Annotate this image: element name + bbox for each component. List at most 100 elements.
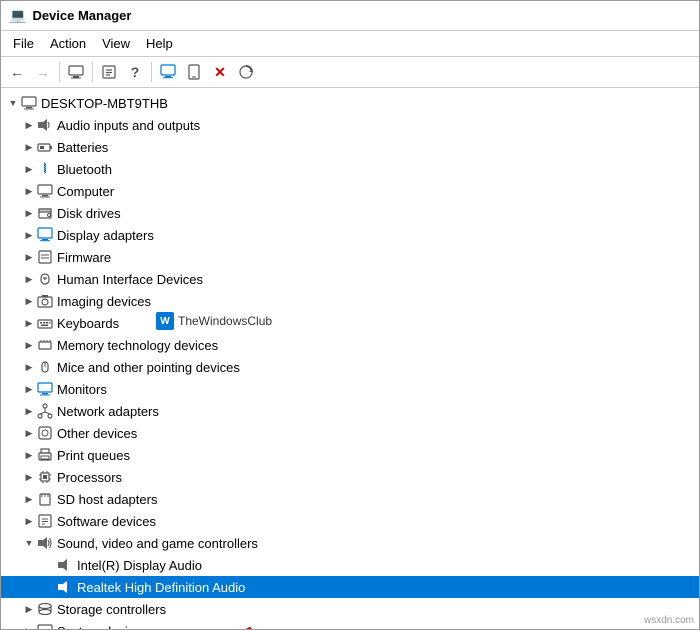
keyboards-label: Keyboards: [57, 316, 119, 331]
software-icon: [37, 513, 53, 529]
firmware-icon: [37, 249, 53, 265]
print-label: Print queues: [57, 448, 130, 463]
watermark: W TheWindowsClub: [156, 312, 272, 330]
audio-expand: ▶: [21, 117, 37, 133]
tree-sd[interactable]: ▶ SD host adapters: [1, 488, 699, 510]
watermark-icon: W: [156, 312, 174, 330]
tree-keyboards[interactable]: ▶ Keyboards W TheWindowsClub: [1, 312, 699, 334]
system-icon: [37, 623, 53, 629]
uninstall-button[interactable]: ✕: [208, 60, 232, 84]
tree-software[interactable]: ▶ Software devices: [1, 510, 699, 532]
intel-audio-icon: [57, 557, 73, 573]
properties-button[interactable]: [97, 60, 121, 84]
storage-icon: [37, 601, 53, 617]
monitor-button[interactable]: [156, 60, 180, 84]
computer-tree-icon: [37, 183, 53, 199]
computer-label: Computer: [57, 184, 114, 199]
device-tree: ▼ DESKTOP-MBT9THB ▶ Audio inputs and out…: [1, 88, 699, 629]
network-label: Network adapters: [57, 404, 159, 419]
sd-expand: ▶: [21, 491, 37, 507]
tree-computer[interactable]: ▶ Computer: [1, 180, 699, 202]
tree-disk[interactable]: ▶ Disk drives: [1, 202, 699, 224]
menu-help[interactable]: Help: [138, 33, 181, 54]
audio-label: Audio inputs and outputs: [57, 118, 200, 133]
tree-monitors[interactable]: ▶ Monitors: [1, 378, 699, 400]
sound-expand: ▼: [21, 535, 37, 551]
toolbar-separator-2: [92, 62, 93, 82]
computer-icon-button[interactable]: [64, 60, 88, 84]
realtek-label: Realtek High Definition Audio: [77, 580, 245, 595]
other-label: Other devices: [57, 426, 137, 441]
mice-icon: [37, 359, 53, 375]
tree-sound[interactable]: ▼ Sound, video and game controllers: [1, 532, 699, 554]
menu-file[interactable]: File: [5, 33, 42, 54]
firmware-expand: ▶: [21, 249, 37, 265]
other-icon: [37, 425, 53, 441]
imaging-label: Imaging devices: [57, 294, 151, 309]
storage-label: Storage controllers: [57, 602, 166, 617]
other-expand: ▶: [21, 425, 37, 441]
bluetooth-expand: ▶: [21, 161, 37, 177]
tree-other[interactable]: ▶ Other devices: [1, 422, 699, 444]
tree-realtek-audio[interactable]: ▶ Realtek High Definition Audio: [1, 576, 699, 598]
sd-icon: [37, 491, 53, 507]
back-button[interactable]: ←: [5, 60, 29, 84]
firmware-label: Firmware: [57, 250, 111, 265]
system-expand: ▶: [21, 623, 37, 629]
display-expand: ▶: [21, 227, 37, 243]
tree-batteries[interactable]: ▶ Batteries: [1, 136, 699, 158]
storage-expand: ▶: [21, 601, 37, 617]
tree-processors[interactable]: ▶ Processors: [1, 466, 699, 488]
batteries-icon: [37, 139, 53, 155]
tree-print[interactable]: ▶ Print queues: [1, 444, 699, 466]
tree-network[interactable]: ▶ Network adapters: [1, 400, 699, 422]
sound-label: Sound, video and game controllers: [57, 536, 258, 551]
hid-label: Human Interface Devices: [57, 272, 203, 287]
processors-expand: ▶: [21, 469, 37, 485]
title-bar: 💻 Device Manager: [1, 1, 699, 31]
tree-imaging[interactable]: ▶ Imaging devices: [1, 290, 699, 312]
computer-expand: ▶: [21, 183, 37, 199]
disk-expand: ▶: [21, 205, 37, 221]
help-button[interactable]: ?: [123, 60, 147, 84]
tree-audio[interactable]: ▶ Audio inputs and outputs: [1, 114, 699, 136]
imaging-expand: ▶: [21, 293, 37, 309]
disk-label: Disk drives: [57, 206, 121, 221]
monitors-label: Monitors: [57, 382, 107, 397]
print-expand: ▶: [21, 447, 37, 463]
root-label: DESKTOP-MBT9THB: [41, 96, 168, 111]
tree-display[interactable]: ▶ Display adapters: [1, 224, 699, 246]
menu-action[interactable]: Action: [42, 33, 94, 54]
watermark-label: TheWindowsClub: [178, 314, 272, 328]
hid-icon: [37, 271, 53, 287]
tree-storage[interactable]: ▶ Storage controllers: [1, 598, 699, 620]
forward-button[interactable]: →: [31, 60, 55, 84]
device-button[interactable]: [182, 60, 206, 84]
tree-memory[interactable]: ▶ Memory technology devices: [1, 334, 699, 356]
title-bar-icon: 💻: [9, 7, 26, 24]
sd-label: SD host adapters: [57, 492, 157, 507]
tree-system[interactable]: ▶ System devices: [1, 620, 699, 629]
tree-mice[interactable]: ▶ Mice and other pointing devices: [1, 356, 699, 378]
tree-intel-audio[interactable]: ▶ Intel(R) Display Audio: [1, 554, 699, 576]
processors-label: Processors: [57, 470, 122, 485]
scan-button[interactable]: [234, 60, 258, 84]
monitors-expand: ▶: [21, 381, 37, 397]
root-item[interactable]: ▼ DESKTOP-MBT9THB: [1, 92, 699, 114]
toolbar-separator-1: [59, 62, 60, 82]
content-area[interactable]: ▼ DESKTOP-MBT9THB ▶ Audio inputs and out…: [1, 88, 699, 629]
tree-firmware[interactable]: ▶ Firmware: [1, 246, 699, 268]
print-icon: [37, 447, 53, 463]
menu-view[interactable]: View: [94, 33, 138, 54]
device-manager-window: 💻 Device Manager File Action View Help ←…: [0, 0, 700, 630]
batteries-label: Batteries: [57, 140, 108, 155]
tree-bluetooth[interactable]: ▶ ⦚ Bluetooth: [1, 158, 699, 180]
software-expand: ▶: [21, 513, 37, 529]
system-label: System devices: [57, 624, 148, 630]
keyboards-expand: ▶: [21, 315, 37, 331]
keyboards-icon: [37, 315, 53, 331]
toolbar-separator-3: [151, 62, 152, 82]
network-icon: [37, 403, 53, 419]
tree-hid[interactable]: ▶ Human Interface Devices: [1, 268, 699, 290]
imaging-icon: [37, 293, 53, 309]
